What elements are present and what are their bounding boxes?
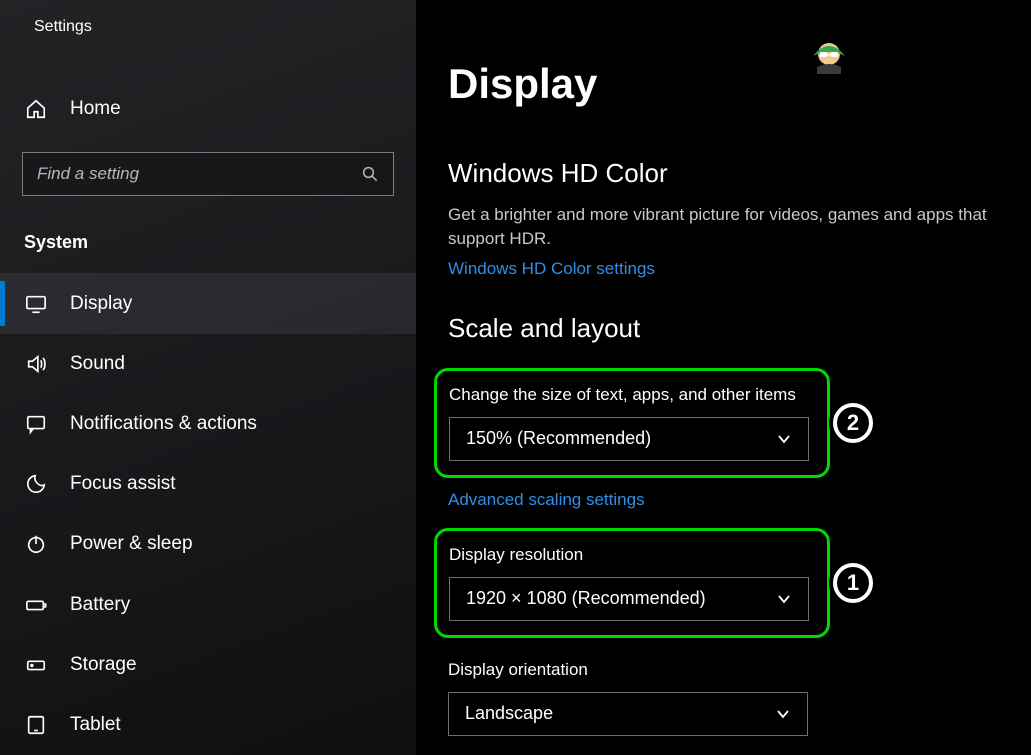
scale-size-dropdown[interactable]: 150% (Recommended) bbox=[449, 417, 809, 461]
nav-focus-assist[interactable]: Focus assist bbox=[0, 454, 416, 514]
resolution-label: Display resolution bbox=[449, 545, 815, 565]
search-icon bbox=[361, 165, 379, 183]
nav-home[interactable]: Home bbox=[0, 84, 416, 134]
orientation-label: Display orientation bbox=[448, 660, 1031, 680]
scale-size-label: Change the size of text, apps, and other… bbox=[449, 385, 815, 405]
chevron-down-icon bbox=[776, 431, 792, 447]
hdcolor-heading: Windows HD Color bbox=[448, 158, 1031, 189]
nav-focus-label: Focus assist bbox=[70, 473, 176, 495]
sidebar-category: System bbox=[0, 196, 416, 273]
window-title: Settings bbox=[0, 0, 416, 36]
orientation-dropdown[interactable]: Landscape bbox=[448, 692, 808, 736]
tablet-icon bbox=[24, 713, 48, 737]
scale-heading: Scale and layout bbox=[448, 313, 1031, 344]
nav-power-label: Power & sleep bbox=[70, 533, 193, 555]
nav-storage-label: Storage bbox=[70, 654, 137, 676]
annotation-box-1: Display resolution 1920 × 1080 (Recommen… bbox=[434, 528, 830, 638]
scale-size-value: 150% (Recommended) bbox=[466, 428, 651, 449]
home-icon bbox=[24, 97, 48, 121]
nav-power-sleep[interactable]: Power & sleep bbox=[0, 514, 416, 574]
nav-battery-label: Battery bbox=[70, 594, 130, 616]
nav-sound[interactable]: Sound bbox=[0, 334, 416, 394]
nav-home-label: Home bbox=[70, 98, 121, 120]
nav-tablet[interactable]: Tablet bbox=[0, 695, 416, 755]
annotation-badge-1: 1 bbox=[833, 563, 873, 603]
nav-display[interactable]: Display bbox=[0, 273, 416, 333]
avatar bbox=[807, 34, 851, 78]
nav-sound-label: Sound bbox=[70, 353, 125, 375]
hdcolor-settings-link[interactable]: Windows HD Color settings bbox=[448, 259, 655, 279]
focus-assist-icon bbox=[24, 472, 48, 496]
chevron-down-icon bbox=[776, 591, 792, 607]
power-icon bbox=[24, 532, 48, 556]
notifications-icon bbox=[24, 412, 48, 436]
nav-notifications-label: Notifications & actions bbox=[70, 413, 257, 435]
annotation-badge-2: 2 bbox=[833, 403, 873, 443]
nav-storage[interactable]: Storage bbox=[0, 635, 416, 695]
orientation-value: Landscape bbox=[465, 703, 553, 724]
battery-icon bbox=[24, 593, 48, 617]
resolution-dropdown[interactable]: 1920 × 1080 (Recommended) bbox=[449, 577, 809, 621]
display-icon bbox=[24, 292, 48, 316]
sound-icon bbox=[24, 352, 48, 376]
search-input[interactable] bbox=[22, 152, 394, 196]
hdcolor-desc: Get a brighter and more vibrant picture … bbox=[448, 203, 1028, 251]
nav-battery[interactable]: Battery bbox=[0, 574, 416, 634]
nav-tablet-label: Tablet bbox=[70, 714, 121, 736]
main-content: Display Windows HD Color Get a brighter … bbox=[416, 0, 1031, 755]
advanced-scaling-link[interactable]: Advanced scaling settings bbox=[448, 490, 645, 510]
search-field[interactable] bbox=[37, 164, 361, 184]
resolution-value: 1920 × 1080 (Recommended) bbox=[466, 588, 706, 609]
nav-display-label: Display bbox=[70, 293, 132, 315]
annotation-box-2: Change the size of text, apps, and other… bbox=[434, 368, 830, 478]
chevron-down-icon bbox=[775, 706, 791, 722]
storage-icon bbox=[24, 653, 48, 677]
nav-notifications[interactable]: Notifications & actions bbox=[0, 394, 416, 454]
page-title: Display bbox=[448, 60, 1031, 108]
sidebar: Settings Home System Display bbox=[0, 0, 416, 755]
